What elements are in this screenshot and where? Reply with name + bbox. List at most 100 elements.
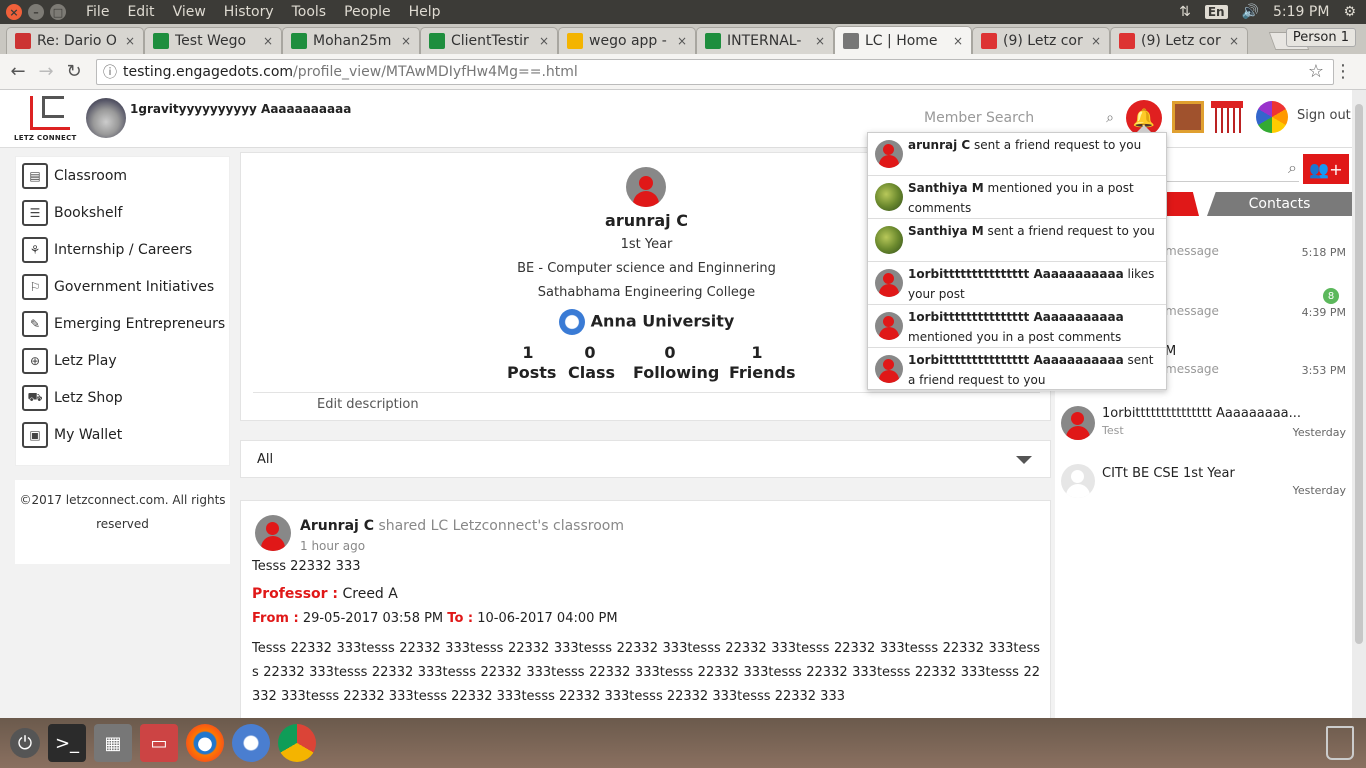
url-field[interactable]: ⓘ testing.engagedots.com/profile_view/MT… — [96, 58, 1334, 85]
browser-tab[interactable]: Mohan25m × — [282, 27, 420, 54]
clock[interactable]: 5:19 PM — [1273, 4, 1329, 20]
sign-out-link[interactable]: Sign out — [1297, 108, 1351, 123]
settings-gear-icon[interactable]: ⚙ — [1343, 4, 1356, 20]
stat-friends[interactable]: 1 Friends — [729, 343, 796, 383]
feed-filter-select[interactable]: All — [240, 440, 1051, 478]
chromium-icon[interactable] — [232, 724, 270, 762]
power-icon[interactable]: ⏻ — [10, 728, 40, 758]
chat-row-time: Yesterday — [1292, 426, 1346, 439]
tab-chats[interactable] — [1165, 192, 1199, 216]
sidebar-item[interactable]: ⚘ Internship / Careers — [16, 231, 229, 268]
chat-row[interactable]: CITt BE CSE 1st Year Yesterday — [1055, 462, 1352, 520]
info-icon[interactable]: ⓘ — [103, 62, 117, 82]
tab-close-icon[interactable]: × — [125, 34, 135, 48]
tab-close-icon[interactable]: × — [815, 34, 825, 48]
tab-close-icon[interactable]: × — [1229, 34, 1239, 48]
menu-tools[interactable]: Tools — [292, 4, 327, 20]
add-friend-button[interactable]: 👥+ — [1303, 154, 1349, 184]
tab-close-icon[interactable]: × — [263, 34, 273, 48]
browser-tab[interactable]: Test Wego × — [144, 27, 282, 54]
tab-label: LC | Home — [865, 32, 938, 49]
reload-icon[interactable]: ↻ — [60, 61, 88, 82]
browser-tab[interactable]: LC | Home × — [834, 26, 972, 54]
menu-history[interactable]: History — [224, 4, 274, 20]
notification-item[interactable]: arunraj C sent a friend request to you — [868, 133, 1166, 176]
user-name[interactable]: 1gravityyyyyyyyyy Aaaaaaaaaaa — [130, 102, 351, 116]
notification-user: 1orbittttttttttttttt Aaaaaaaaaaa — [908, 353, 1124, 367]
menu-file[interactable]: File — [86, 4, 109, 20]
profile-avatar[interactable] — [626, 167, 666, 207]
page-scrollbar[interactable] — [1352, 90, 1366, 718]
menu-edit[interactable]: Edit — [127, 4, 154, 20]
chat-row-preview: message — [1165, 304, 1219, 318]
tab-close-icon[interactable]: × — [953, 34, 963, 48]
back-arrow-icon[interactable]: ← — [4, 61, 32, 82]
tab-close-icon[interactable]: × — [677, 34, 687, 48]
menu-help[interactable]: Help — [409, 4, 441, 20]
post-author-name[interactable]: Arunraj C — [300, 518, 374, 534]
browser-menu-icon[interactable]: ⋮ — [1334, 61, 1352, 82]
window-close-button[interactable]: × — [6, 4, 22, 20]
sidebar-item[interactable]: ▣ My Wallet — [16, 416, 229, 453]
tab-close-icon[interactable]: × — [401, 34, 411, 48]
browser-tab[interactable]: INTERNAL- × — [696, 27, 834, 54]
window-minimize-button[interactable]: – — [28, 4, 44, 20]
stat-following[interactable]: 0 Following — [633, 343, 719, 383]
edit-description-link[interactable]: Edit description — [317, 397, 419, 412]
stat-class[interactable]: 0 Class — [568, 343, 615, 383]
bookshelf-icon: ☰ — [22, 199, 48, 226]
photos-icon[interactable] — [1256, 101, 1288, 133]
browser-tab[interactable]: wego app - × — [558, 27, 696, 54]
stat-posts[interactable]: 1 Posts — [507, 343, 556, 383]
notifications-dropdown: arunraj C sent a friend request to you Sa… — [867, 125, 1167, 391]
tab-close-icon[interactable]: × — [1091, 34, 1101, 48]
browser-tab[interactable]: (9) Letz cor × — [1110, 27, 1248, 54]
notification-item[interactable]: Santhiya M sent a friend request to you — [868, 219, 1166, 262]
tab-close-icon[interactable]: × — [539, 34, 549, 48]
menu-people[interactable]: People — [344, 4, 391, 20]
tab-contacts[interactable]: Contacts — [1207, 192, 1352, 216]
trash-icon[interactable] — [1326, 726, 1354, 760]
letzconnect-logo[interactable]: LETZ CONNECT — [14, 94, 84, 144]
volume-icon[interactable]: 🔊 — [1242, 4, 1259, 20]
sidebar-item[interactable]: ✎ Emerging Entrepreneurs — [16, 305, 229, 342]
contact-search-input[interactable]: ⌕ — [1165, 158, 1299, 182]
bookmark-star-icon[interactable]: ☆ — [1308, 61, 1324, 82]
calendar-icon[interactable] — [1211, 101, 1243, 133]
url-host: testing.engagedots.com — [123, 63, 294, 80]
forward-arrow-icon[interactable]: → — [32, 61, 60, 82]
terminal-icon[interactable]: >_ — [48, 724, 86, 762]
browser-tab[interactable]: ClientTestir × — [420, 27, 558, 54]
firefox-icon[interactable]: ● — [186, 724, 224, 762]
chrome-icon[interactable] — [278, 724, 316, 762]
user-avatar[interactable] — [86, 98, 126, 138]
calculator-icon[interactable]: ▦ — [94, 724, 132, 762]
window-maximize-button[interactable]: □ — [50, 4, 66, 20]
sidebar-item[interactable]: ▤ Classroom — [16, 157, 229, 194]
language-indicator[interactable]: En — [1204, 5, 1228, 19]
search-icon[interactable]: ⌕ — [1106, 110, 1114, 126]
favicon-icon — [1119, 33, 1135, 49]
notification-item[interactable]: 1orbittttttttttttttt Aaaaaaaaaaa sent a … — [868, 348, 1166, 391]
notification-item[interactable]: Santhiya M mentioned you in a post comme… — [868, 176, 1166, 219]
browser-tab[interactable]: (9) Letz cor × — [972, 27, 1110, 54]
profile-person-button[interactable]: Person 1 — [1285, 28, 1356, 47]
careers-icon: ⚘ — [22, 236, 48, 263]
notification-item[interactable]: 1orbittttttttttttttt Aaaaaaaaaaa mention… — [868, 305, 1166, 348]
network-icon[interactable]: ⇅ — [1179, 4, 1191, 20]
sidebar-item[interactable]: ⚐ Government Initiatives — [16, 268, 229, 305]
browser-tab[interactable]: Re: Dario O × — [6, 27, 144, 54]
member-search-input[interactable]: Member Search ⌕ — [924, 110, 1118, 126]
sidebar-item[interactable]: ⛟ Letz Shop — [16, 379, 229, 416]
sidebar-item[interactable]: ⊕ Letz Play — [16, 342, 229, 379]
bookshelf-shortcut-icon[interactable] — [1172, 101, 1204, 133]
post-author-avatar[interactable] — [255, 515, 291, 551]
sidebar-item[interactable]: ☰ Bookshelf — [16, 194, 229, 231]
chat-row-name: 1orbittttttttttttttt Aaaaaaaaa... — [1102, 406, 1302, 421]
post-action: shared LC Letzconnect's classroom — [378, 518, 624, 534]
notification-item[interactable]: 1orbittttttttttttttt Aaaaaaaaaaa likes y… — [868, 262, 1166, 305]
search-icon[interactable]: ⌕ — [1288, 158, 1297, 178]
file-manager-icon[interactable]: ▭ — [140, 724, 178, 762]
chat-row[interactable]: 1orbittttttttttttttt Aaaaaaaaa... Test Y… — [1055, 404, 1352, 462]
menu-view[interactable]: View — [173, 4, 206, 20]
